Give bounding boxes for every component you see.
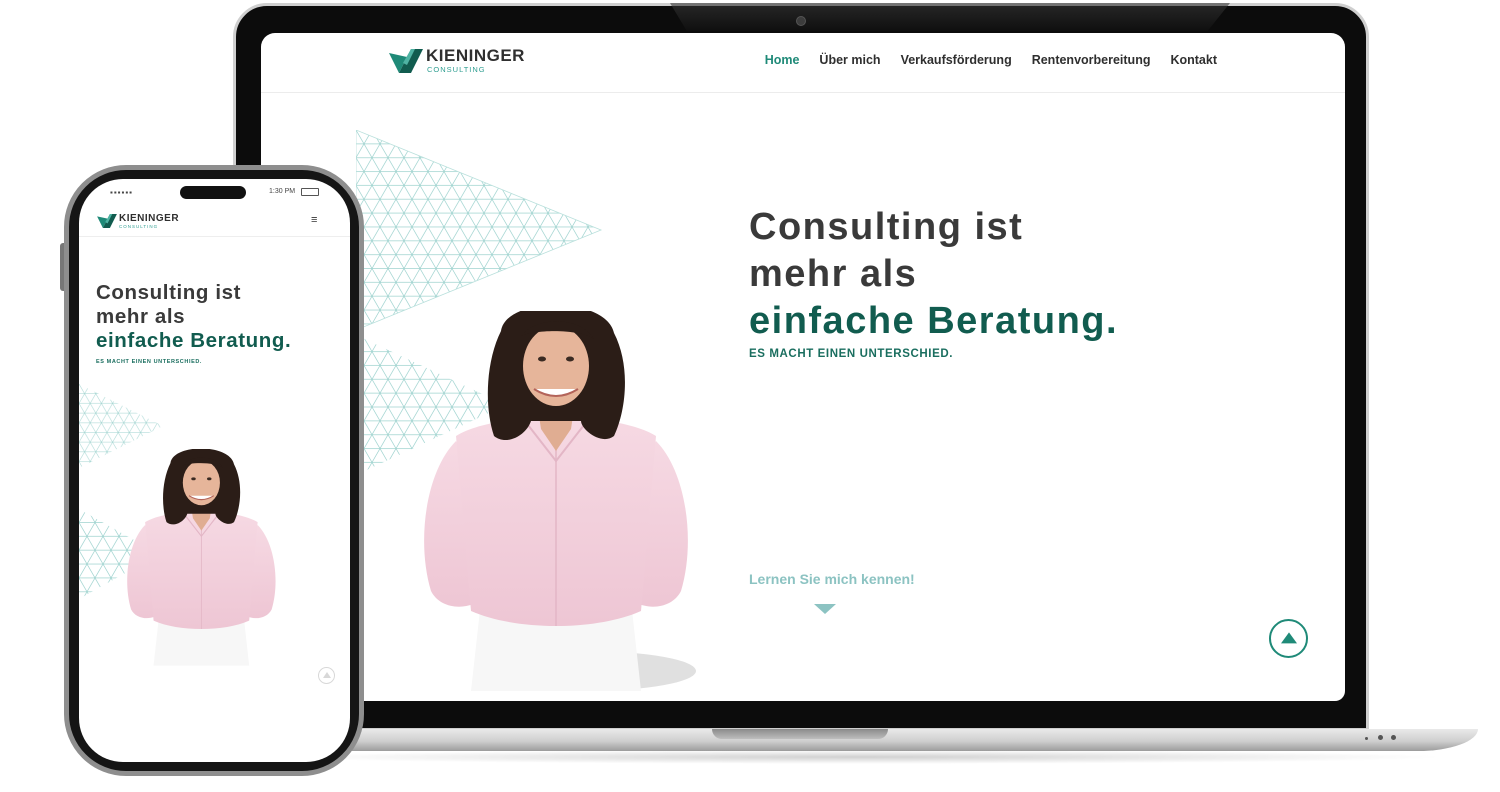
laptop-indicator-dot bbox=[1365, 737, 1368, 740]
hero-tagline: ES MACHT EINEN UNTERSCHIED. bbox=[749, 348, 954, 360]
header-divider bbox=[79, 236, 350, 237]
hero-headline-line-1: Consulting ist bbox=[749, 206, 1024, 248]
laptop-shadow bbox=[270, 750, 1450, 764]
phone-speaker bbox=[180, 186, 246, 199]
logo-icon[interactable] bbox=[389, 49, 423, 73]
scroll-to-top-button[interactable] bbox=[1269, 619, 1308, 658]
logo-wordmark[interactable]: KIENINGER bbox=[119, 213, 179, 224]
hero-headline-line-3: einfache Beratung. bbox=[749, 300, 1119, 342]
logo-subtitle: CONSULTING bbox=[119, 224, 159, 229]
desktop-website: KIENINGER CONSULTING Home Über mich Verk… bbox=[261, 33, 1345, 701]
main-navigation: Home Über mich Verkaufsförderung Rentenv… bbox=[765, 53, 1217, 67]
triangle-down-icon[interactable] bbox=[814, 604, 836, 614]
arrow-up-icon bbox=[1280, 631, 1297, 643]
logo-subtitle: CONSULTING bbox=[427, 65, 486, 74]
laptop-indicator-dot bbox=[1378, 735, 1383, 740]
nav-item-ueber-mich[interactable]: Über mich bbox=[819, 53, 880, 67]
battery-icon bbox=[301, 188, 319, 196]
scroll-to-top-button[interactable] bbox=[318, 667, 335, 684]
arrow-up-icon bbox=[323, 672, 331, 678]
hero-headline-line-2: mehr als bbox=[749, 253, 918, 295]
laptop-bezel-highlight bbox=[670, 3, 1230, 31]
nav-item-kontakt[interactable]: Kontakt bbox=[1170, 53, 1217, 67]
learn-more-link[interactable]: Lernen Sie mich kennen! bbox=[749, 571, 915, 587]
mobile-website: ▪▪▪▪▪▪ 1:30 PM KIENINGER CONSULTING ≡ Co… bbox=[79, 179, 350, 762]
site-header: KIENINGER CONSULTING Home Über mich Verk… bbox=[261, 33, 1345, 93]
signal-indicator: ▪▪▪▪▪▪ bbox=[110, 188, 134, 197]
logo-wordmark[interactable]: KIENINGER bbox=[426, 46, 525, 66]
nav-item-rentenvorbereitung[interactable]: Rentenvorbereitung bbox=[1032, 53, 1151, 67]
laptop-hinge-notch bbox=[712, 729, 888, 739]
hero-headline-line-1: Consulting ist bbox=[96, 281, 242, 304]
status-time: 1:30 PM bbox=[269, 188, 296, 195]
hero-tagline: ES MACHT EINEN UNTERSCHIED. bbox=[96, 359, 203, 365]
hero-headline-line-2: mehr als bbox=[96, 305, 186, 328]
portrait-photo bbox=[423, 311, 696, 692]
laptop-indicator-dot bbox=[1391, 735, 1396, 740]
laptop-camera bbox=[796, 16, 806, 26]
nav-item-home[interactable]: Home bbox=[765, 53, 800, 67]
hamburger-icon[interactable]: ≡ bbox=[311, 215, 320, 226]
portrait-photo bbox=[126, 449, 277, 667]
nav-item-verkaufsfoerderung[interactable]: Verkaufsförderung bbox=[901, 53, 1012, 67]
logo-icon[interactable] bbox=[97, 214, 117, 228]
hero-headline-line-3: einfache Beratung. bbox=[96, 329, 292, 352]
